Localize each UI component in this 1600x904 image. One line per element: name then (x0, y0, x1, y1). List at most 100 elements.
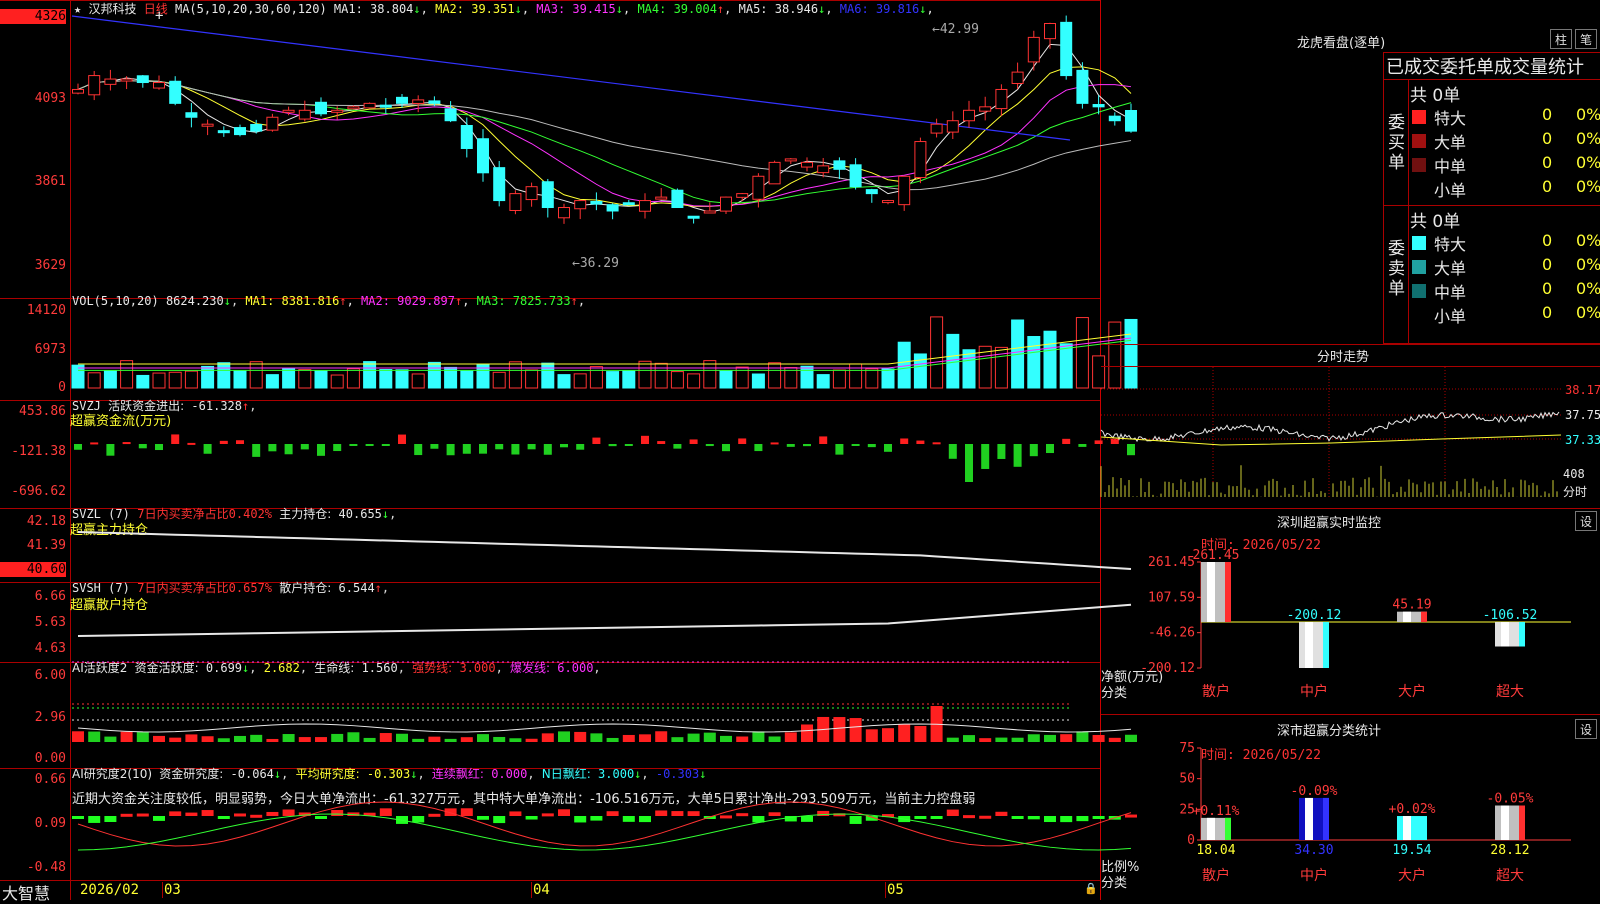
volume-bar (816, 374, 830, 389)
research-bar (509, 811, 522, 816)
bar-highlight (1305, 622, 1313, 668)
order-color-swatch (1412, 236, 1426, 250)
fund-flow-bar (414, 444, 423, 456)
fund-flow-bar (349, 444, 358, 446)
activity-bar (1044, 734, 1056, 742)
lock-icon[interactable]: 🔒 (1084, 882, 1098, 895)
intraday-title: 分时走势 (1317, 350, 1370, 365)
candle-body (315, 101, 327, 115)
svzl-panel[interactable]: 42.18 41.39 40.60 SVZL (7) 7日内买卖净占比0.402… (0, 507, 1132, 582)
activity-bar (169, 737, 182, 742)
activity-bar (525, 738, 538, 742)
bar-value-label: -0.09% (1291, 784, 1338, 799)
price-chart (71, 15, 1137, 224)
sell-order-rows: 共 0单 特大 0 0% 大单 0 0% 中单 0 0% 小单 0 0% (1410, 207, 1600, 329)
fund-flow-bar (916, 440, 925, 444)
axis-tick-label: 0 (1187, 833, 1195, 848)
candle-body (412, 99, 425, 104)
candle-body (1044, 22, 1056, 40)
category-label: 散户 (1202, 683, 1230, 700)
classify-settings-button[interactable]: 设 (1575, 719, 1597, 739)
tick-mode-button[interactable]: 笔 (1575, 29, 1597, 49)
research-bar (1027, 816, 1040, 820)
research-bar (720, 815, 732, 819)
research-bar (1011, 816, 1024, 819)
research-bar (930, 816, 943, 819)
brand-label: 大智慧 (2, 884, 51, 903)
bar-mode-button[interactable]: 柱 (1550, 29, 1572, 49)
order-percent: 0% (1576, 303, 1600, 322)
research-bar (671, 811, 684, 816)
candle-body (201, 123, 214, 127)
activity-bar (963, 735, 975, 742)
volume-panel[interactable]: 14120 6973 0 VOL(5,10,20) 8624.230↓, MA1… (0, 294, 1138, 400)
activity-bar (703, 732, 716, 742)
x-tick (885, 882, 886, 898)
bar-value-label: 45.19 (1392, 598, 1431, 613)
candle-body (136, 75, 149, 84)
research-bar (768, 812, 781, 816)
price-panel[interactable]: 4326 4093 3861 3629 ★ 汉邦科技 日线 MA(5,10,20… (0, 0, 1137, 900)
candle-body (185, 112, 198, 118)
volume-bar (1027, 336, 1041, 389)
activity-bar (136, 732, 149, 742)
activity-bar (849, 718, 862, 742)
order-row-3: 中单 0 0% (1410, 279, 1600, 303)
monitor-chart-area[interactable]: 261.45 107.59 -46.26 -200.12 261.45 散户 -200.12… (1101, 530, 1600, 710)
ai-research-panel[interactable]: 0.66 0.09 -0.48 AI研究度2(10) 资金研究度: -0.064… (0, 767, 1137, 880)
research-bar (477, 816, 489, 820)
category-label: 大户 (1398, 683, 1426, 700)
activity-line (77, 723, 1132, 733)
axis-tick-label: 261.45 (1148, 555, 1195, 570)
order-type-label: 小单 (1434, 181, 1467, 200)
candle-body (509, 193, 522, 211)
right-panel: 龙虎看盘(逐单) 柱 笔 已成交委托单成交量统计 委买单 委卖单 共 0单 特大… (1100, 0, 1600, 900)
ai-activity-panel[interactable]: 6.00 2.96 0.00 AI活跃度2 资金活跃度: 0.699↓, 2.6… (0, 661, 1137, 768)
volume-chart (71, 316, 1138, 389)
bar-edge (1225, 562, 1231, 623)
volume-bar (541, 362, 555, 389)
x-tick (531, 882, 532, 898)
classify-chart-area[interactable]: 75 50 25 0 +0.11% 散户 18.04 -0.09% 中户 34.30 +0.02% 大… (1101, 740, 1600, 900)
research-bar (169, 811, 182, 816)
volume-bar (832, 369, 846, 389)
volume-bar (525, 369, 539, 389)
candle-body (590, 200, 603, 205)
activity-bar (784, 732, 797, 742)
category-label: 中户 (1300, 867, 1328, 884)
svsh-panel[interactable]: 6.66 5.63 4.63 SVSH (7) 7日内买卖净占比0.657% 散… (0, 581, 1132, 662)
research-bar (266, 811, 279, 816)
research-bar (979, 815, 992, 819)
fund-flow-bar (608, 444, 617, 447)
svzj-panel[interactable]: 453.86 -121.38 -696.62 SVZJ 活跃资金进出: -61.… (0, 399, 1135, 508)
volume-bar (217, 362, 231, 389)
order-count: 0 (1542, 255, 1553, 274)
candle-body (558, 207, 570, 219)
bar-bottom-label: 28.12 (1490, 843, 1529, 858)
ma-line-5 (77, 80, 1132, 191)
intraday-chart-area[interactable]: 38.17 37.75 37.33 408 分时 (1100, 367, 1600, 507)
volume-bar (427, 361, 441, 389)
candle-body (250, 123, 263, 132)
monitor-settings-button[interactable]: 设 (1575, 511, 1597, 531)
volume-bar (249, 361, 263, 389)
research-bar (574, 816, 587, 823)
fund-flow-bar (738, 438, 747, 444)
panel-border (0, 880, 1100, 881)
panel-border (1101, 714, 1600, 715)
candle-body (460, 124, 473, 149)
activity-bar (671, 737, 684, 742)
x-label-feb: 2026/02 (80, 882, 140, 898)
research-bar (639, 816, 651, 823)
fund-flow-bar (284, 444, 293, 455)
fund-flow-bar (900, 438, 909, 444)
bar-body (1397, 816, 1427, 840)
activity-bar (460, 737, 473, 742)
bar-highlight (1207, 562, 1215, 623)
fund-flow-bar (446, 444, 455, 456)
bar-value-label: -200.12 (1287, 608, 1342, 623)
fund-flow-bar (722, 444, 730, 452)
fund-flow-bar (657, 441, 666, 444)
bar-大户 (1397, 816, 1427, 840)
activity-bar (120, 731, 133, 742)
